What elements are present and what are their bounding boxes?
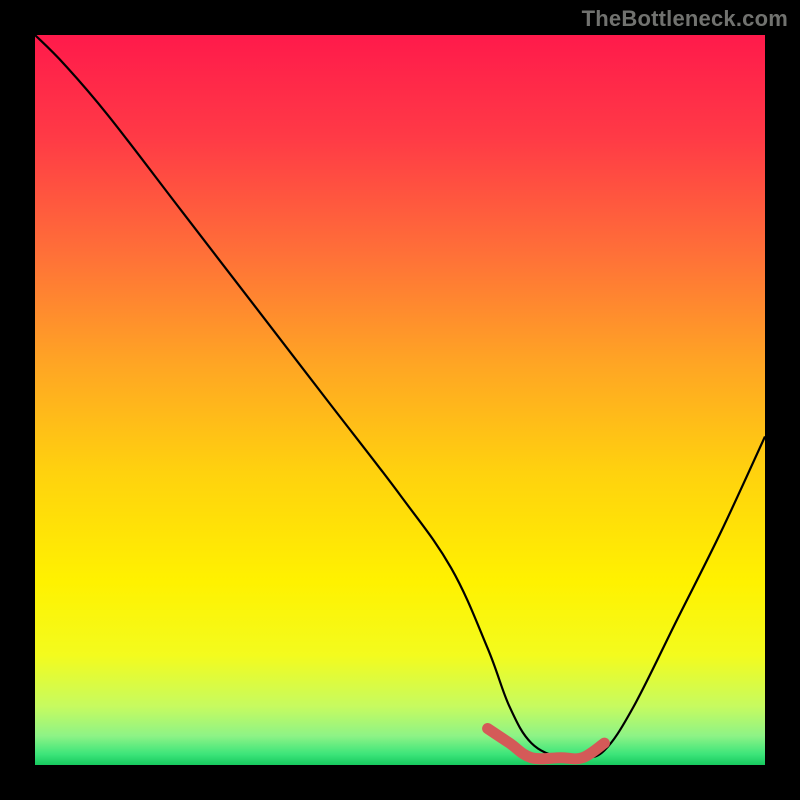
gradient-background	[35, 35, 765, 765]
chart-svg	[35, 35, 765, 765]
chart-frame: TheBottleneck.com	[0, 0, 800, 800]
plot-area	[35, 35, 765, 765]
attribution-label: TheBottleneck.com	[582, 6, 788, 32]
